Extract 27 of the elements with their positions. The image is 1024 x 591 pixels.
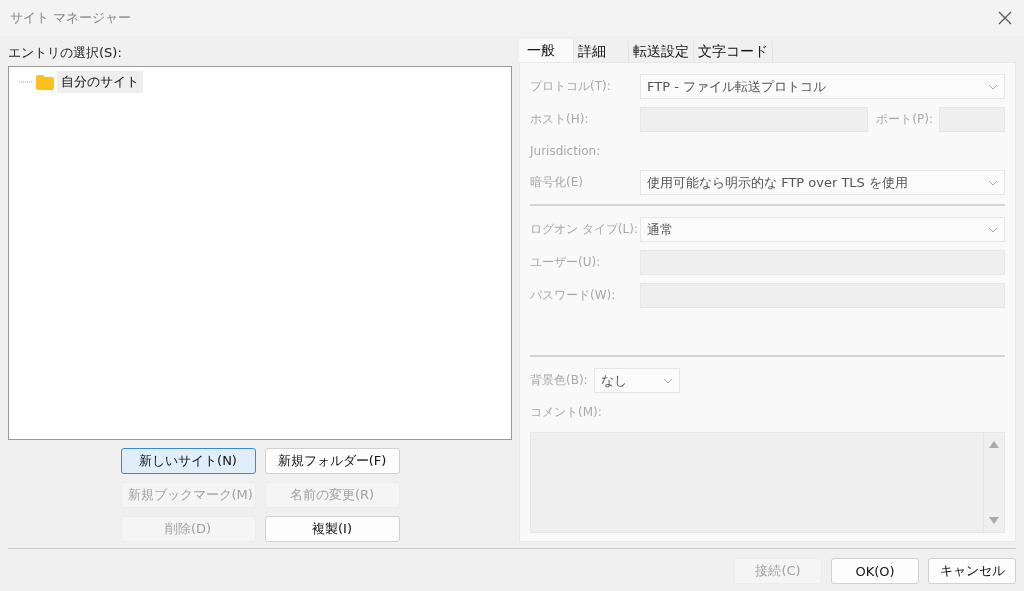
- entries-label: エントリの選択(S):: [8, 44, 123, 62]
- folder-icon: [36, 74, 54, 90]
- field-label: コメント(M):: [530, 405, 602, 419]
- field-label: ユーザー(U):: [530, 254, 602, 271]
- site-button[interactable]: 新規フォルダー(F): [264, 448, 400, 474]
- window-title: サイト マネージャー: [10, 9, 132, 27]
- dialog-button[interactable]: OK(O): [831, 558, 919, 584]
- field-label: ホスト(H):: [530, 111, 590, 128]
- close-icon[interactable]: [998, 11, 1012, 25]
- field-label: プロトコル(T):: [530, 78, 612, 95]
- tab[interactable]: 一般: [519, 39, 574, 62]
- chevron-down-icon: [988, 226, 998, 233]
- field-label: 暗号化(E): [530, 174, 584, 191]
- field-label: パスワード(W):: [530, 287, 617, 304]
- field-label: 背景色(B):: [530, 372, 588, 389]
- dialog-button[interactable]: キャンセル: [928, 558, 1016, 584]
- field-label: ポート(P):: [876, 111, 933, 128]
- chevron-down-icon: [988, 179, 998, 186]
- chevron-down-icon: [988, 83, 998, 90]
- scroll-down-icon[interactable]: [989, 517, 999, 524]
- tree-line-icon: [19, 81, 33, 83]
- scroll-up-icon[interactable]: [989, 441, 999, 448]
- site-button[interactable]: 新しいサイト(N): [120, 448, 256, 474]
- field-label: Jurisdiction:: [530, 144, 601, 158]
- chevron-down-icon: [662, 377, 673, 384]
- tree-item[interactable]: 自分のサイト: [57, 71, 143, 93]
- site-button[interactable]: 複製(I): [264, 516, 400, 542]
